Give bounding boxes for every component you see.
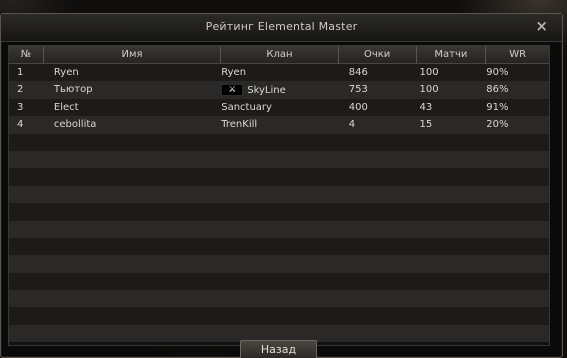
back-button[interactable]: Назад bbox=[240, 340, 317, 358]
winrate-cell: 20% bbox=[486, 119, 509, 131]
matches-cell: 100 bbox=[419, 67, 439, 78]
score-cell: 4 bbox=[348, 119, 356, 131]
player-name-cell: Тьютор bbox=[53, 84, 93, 96]
matches-cell: 43 bbox=[419, 101, 433, 113]
table-row[interactable]: 3 Elect Sanctuary 400 43 91% bbox=[9, 98, 549, 117]
rank-cell: 2 bbox=[17, 84, 24, 96]
column-header-wr[interactable]: WR bbox=[486, 46, 549, 63]
game-screen: Рейтинг Elemental Master × № Имя Клан Оч… bbox=[0, 0, 567, 358]
winrate-cell: 86% bbox=[486, 84, 509, 96]
table-row bbox=[9, 237, 549, 256]
table-row bbox=[9, 220, 549, 238]
table-row bbox=[9, 150, 549, 169]
window-title: Рейтинг Elemental Master bbox=[205, 20, 358, 33]
column-header-clan[interactable]: Клан bbox=[221, 46, 339, 63]
clan-cell: TrenKill bbox=[221, 116, 339, 133]
column-header-rank[interactable]: № bbox=[9, 46, 44, 63]
clan-cell: ⚔ SkyLine bbox=[221, 81, 339, 98]
score-cell: 753 bbox=[348, 84, 368, 96]
player-name-cell: cebollita bbox=[53, 119, 97, 131]
close-icon[interactable]: × bbox=[535, 17, 548, 35]
table-row bbox=[9, 203, 549, 221]
clan-cell: Ryen bbox=[221, 64, 339, 81]
clan-name: SkyLine bbox=[247, 84, 286, 96]
rank-cell: 3 bbox=[17, 101, 24, 113]
table-row bbox=[9, 185, 549, 204]
table-row bbox=[9, 272, 549, 291]
rank-cell: 4 bbox=[17, 119, 24, 131]
table-body: 1 Ryen Ryen 846 100 90% 2 Тьютор ⚔ SkyLine 753 100 8… bbox=[9, 64, 549, 343]
winrate-cell: 91% bbox=[486, 101, 509, 113]
column-header-score[interactable]: Очки bbox=[339, 46, 417, 63]
table-header: № Имя Клан Очки Матчи WR bbox=[9, 46, 549, 64]
table-row bbox=[9, 307, 549, 325]
table-row[interactable]: 2 Тьютор ⚔ SkyLine 753 100 86% bbox=[9, 81, 549, 99]
clan-cell: Sanctuary bbox=[221, 99, 339, 116]
rating-window: Рейтинг Elemental Master × № Имя Клан Оч… bbox=[0, 13, 563, 358]
clan-name: Sanctuary bbox=[221, 101, 272, 113]
score-cell: 846 bbox=[348, 67, 368, 78]
table-row bbox=[9, 290, 549, 308]
matches-cell: 15 bbox=[419, 119, 433, 131]
clan-name: Ryen bbox=[221, 67, 247, 79]
table-row bbox=[9, 255, 549, 273]
clan-crest-icon: ⚔ bbox=[221, 84, 244, 97]
matches-cell: 100 bbox=[419, 84, 439, 96]
rank-cell: 1 bbox=[17, 67, 24, 78]
column-header-matches[interactable]: Матчи bbox=[417, 46, 487, 63]
player-name-cell: Ryen bbox=[53, 67, 79, 78]
player-name-cell: Elect bbox=[53, 101, 79, 113]
column-header-name[interactable]: Имя bbox=[44, 46, 222, 63]
window-titlebar[interactable]: Рейтинг Elemental Master × bbox=[1, 14, 562, 42]
clan-name: TrenKill bbox=[221, 119, 258, 131]
table-row[interactable]: 4 cebollita TrenKill 4 15 20% bbox=[9, 116, 549, 134]
score-cell: 400 bbox=[348, 101, 368, 113]
table-row bbox=[9, 168, 549, 186]
winrate-cell: 90% bbox=[486, 67, 509, 78]
table-row[interactable]: 1 Ryen Ryen 846 100 90% bbox=[9, 64, 549, 82]
rating-table: № Имя Клан Очки Матчи WR 1 Ryen Ryen 846 100… bbox=[8, 45, 550, 346]
table-row bbox=[9, 133, 549, 151]
